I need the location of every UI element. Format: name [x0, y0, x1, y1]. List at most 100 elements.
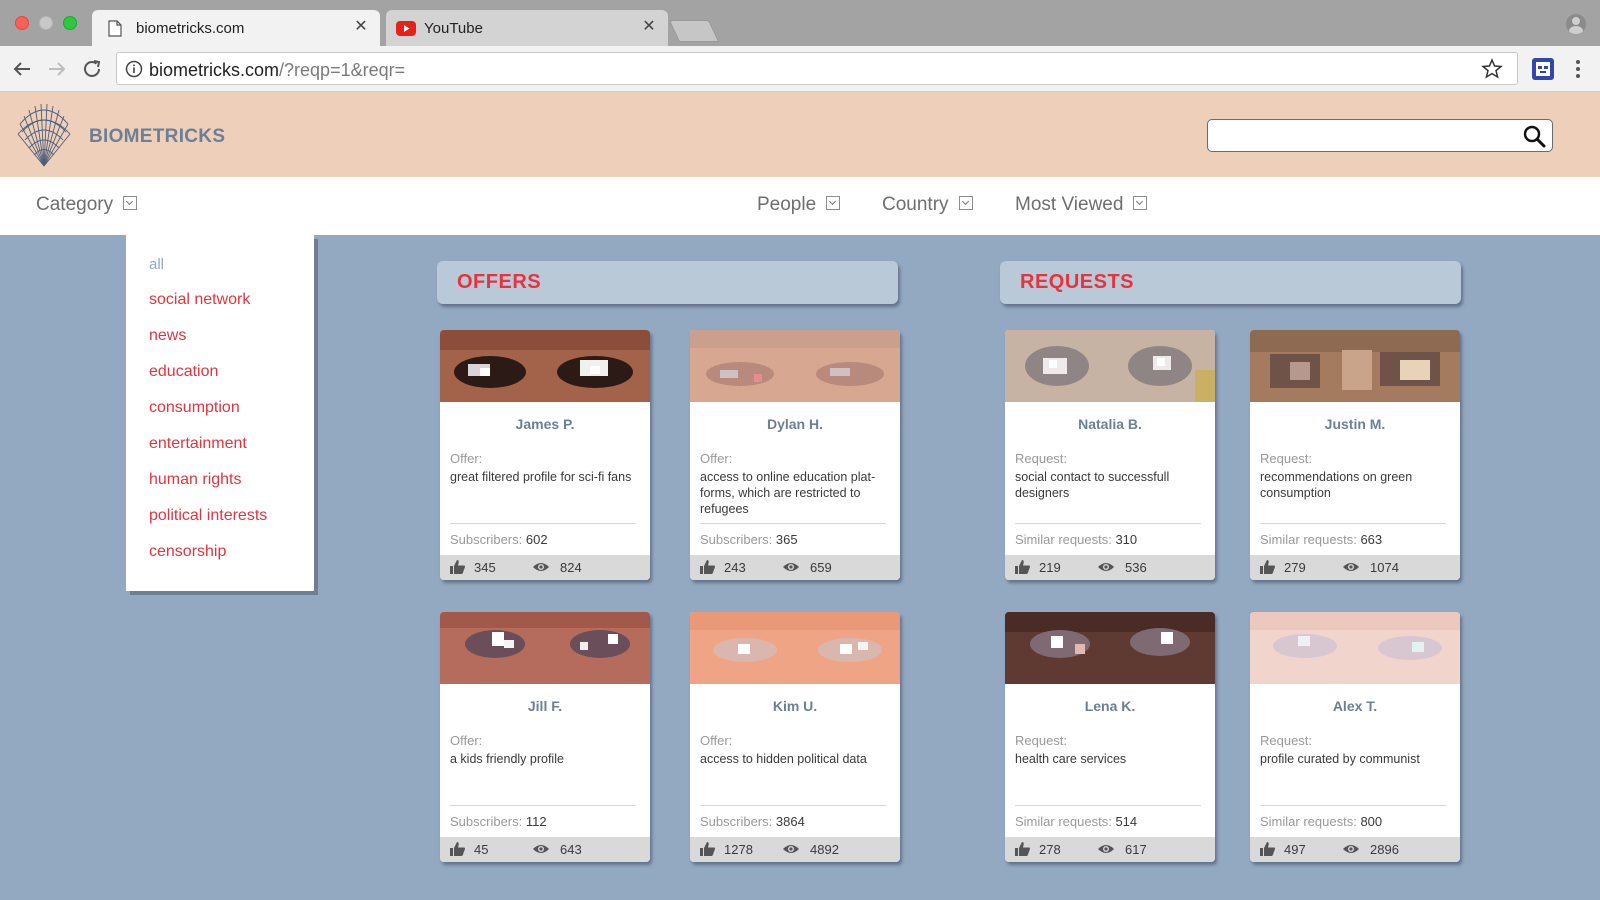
- card-kind-label: Request:: [1260, 733, 1313, 748]
- close-icon[interactable]: ✕: [352, 18, 370, 36]
- card-stat-value: 800: [1360, 814, 1383, 829]
- card-stat-value: 3864: [775, 814, 805, 829]
- browser-tab-strip: biometricks.com ✕ YouTube ✕: [0, 0, 1600, 46]
- view-count: 536: [1125, 560, 1147, 575]
- thumbs-up-icon[interactable]: [1015, 842, 1030, 856]
- card-stat-label: Similar requests:: [1015, 814, 1112, 829]
- card-description: health care services: [1015, 752, 1127, 766]
- category-item-consumption[interactable]: consumption: [149, 399, 240, 417]
- category-item-news[interactable]: news: [149, 327, 186, 345]
- thumbs-up-icon[interactable]: [450, 560, 465, 574]
- card-stat-label: Similar requests:: [1015, 532, 1112, 547]
- new-tab-button[interactable]: [668, 20, 720, 42]
- eyes-photo: [1250, 330, 1460, 402]
- view-count: 659: [810, 560, 832, 575]
- most-viewed-filter[interactable]: Most Viewed: [1015, 194, 1148, 216]
- reload-icon[interactable]: [80, 57, 104, 81]
- view-count: 2896: [1370, 842, 1399, 857]
- close-icon[interactable]: ✕: [640, 18, 658, 36]
- category-item-censorship[interactable]: censorship: [149, 543, 226, 561]
- card-stat-label: Subscribers:: [700, 814, 773, 829]
- category-item-entertainment[interactable]: entertainment: [149, 435, 247, 453]
- address-bar[interactable]: biometricks.com/?reqp=1&reqr=: [116, 52, 1518, 85]
- people-filter[interactable]: People: [757, 194, 841, 216]
- offer-card[interactable]: Kim U. Offer: access to hidden political…: [690, 612, 900, 862]
- card-stat: Similar requests: 800: [1260, 814, 1382, 829]
- card-person-name[interactable]: James P.: [440, 416, 650, 432]
- thumbs-up-icon[interactable]: [700, 842, 715, 856]
- category-item-human-rights[interactable]: human rights: [149, 471, 242, 489]
- category-item-social-network[interactable]: social network: [149, 291, 250, 309]
- more-menu-icon[interactable]: [1570, 58, 1586, 80]
- request-card[interactable]: Justin M. Request: recommendations on gr…: [1250, 330, 1460, 580]
- request-card[interactable]: Alex T. Request: profile curated by comm…: [1250, 612, 1460, 862]
- card-person-name[interactable]: Alex T.: [1250, 698, 1460, 714]
- category-item-all[interactable]: all: [149, 256, 164, 273]
- card-person-name[interactable]: Lena K.: [1005, 698, 1215, 714]
- search-input[interactable]: [1207, 119, 1553, 152]
- card-stat: Subscribers: 602: [450, 532, 548, 547]
- request-card[interactable]: Natalia B. Request: social contact to su…: [1005, 330, 1215, 580]
- extension-icon[interactable]: [1531, 57, 1555, 81]
- info-icon[interactable]: [125, 60, 143, 78]
- thumbs-up-icon[interactable]: [1260, 560, 1275, 574]
- thumbs-up-icon[interactable]: [1260, 842, 1275, 856]
- card-kind-label: Offer:: [450, 451, 483, 466]
- offer-card[interactable]: Dylan H. Offer: access to online educati…: [690, 330, 900, 580]
- thumbs-up-icon[interactable]: [450, 842, 465, 856]
- back-arrow-icon[interactable]: [10, 57, 34, 81]
- requests-heading: REQUESTS: [1000, 261, 1461, 304]
- category-item-political-interests[interactable]: political interests: [149, 507, 267, 525]
- brand-name[interactable]: BIOMETRICKS: [89, 126, 225, 148]
- close-window-button[interactable]: [15, 16, 29, 30]
- minimize-window-button[interactable]: [39, 16, 53, 30]
- category-filter[interactable]: Category: [36, 194, 138, 216]
- card-stat: Subscribers: 112: [450, 814, 547, 829]
- eye-icon: [1343, 845, 1359, 853]
- card-person-name[interactable]: Justin M.: [1250, 416, 1460, 432]
- chevron-down-icon: [826, 195, 841, 210]
- profile-icon[interactable]: [1566, 14, 1586, 34]
- like-count: 279: [1284, 560, 1306, 575]
- country-filter[interactable]: Country: [882, 194, 973, 216]
- tab-youtube[interactable]: YouTube ✕: [386, 10, 668, 46]
- divider: [700, 523, 886, 524]
- card-kind-label: Request:: [1015, 733, 1068, 748]
- card-person-name[interactable]: Jill F.: [440, 698, 650, 714]
- tab-biometricks[interactable]: biometricks.com ✕: [92, 10, 380, 46]
- divider: [1015, 523, 1201, 524]
- card-person-name[interactable]: Kim U.: [690, 698, 900, 714]
- offer-card[interactable]: Jill F. Offer: a kids friendly profile S…: [440, 612, 650, 862]
- shell-logo-icon[interactable]: [16, 102, 72, 168]
- divider: [1015, 805, 1201, 806]
- youtube-icon: [396, 21, 416, 36]
- card-stat-value: 514: [1115, 814, 1138, 829]
- card-person-name[interactable]: Natalia B.: [1005, 416, 1215, 432]
- like-count: 219: [1039, 560, 1061, 575]
- divider: [700, 805, 886, 806]
- search-icon[interactable]: [1522, 124, 1546, 148]
- chevron-down-icon: [123, 195, 138, 210]
- maximize-window-button[interactable]: [63, 16, 77, 30]
- offer-card[interactable]: James P. Offer: great filtered profile f…: [440, 330, 650, 580]
- star-icon[interactable]: [1481, 58, 1503, 80]
- people-filter-label: People: [757, 194, 817, 215]
- tab-title: YouTube: [424, 20, 483, 37]
- card-footer: 45 643: [440, 837, 650, 862]
- view-count: 617: [1125, 842, 1147, 857]
- like-count: 1278: [724, 842, 753, 857]
- card-stat: Similar requests: 663: [1260, 532, 1382, 547]
- card-stat-value: 365: [775, 532, 798, 547]
- card-person-name[interactable]: Dylan H.: [690, 416, 900, 432]
- request-card[interactable]: Lena K. Request: health care services Si…: [1005, 612, 1215, 862]
- country-filter-label: Country: [882, 194, 949, 215]
- url-text: biometricks.com/?reqp=1&reqr=: [149, 60, 405, 81]
- card-description: a kids friendly profile: [450, 752, 564, 766]
- thumbs-up-icon[interactable]: [1015, 560, 1030, 574]
- forward-arrow-icon[interactable]: [45, 57, 69, 81]
- card-stat-value: 310: [1115, 532, 1138, 547]
- card-kind-label: Request:: [1260, 451, 1313, 466]
- category-item-education[interactable]: education: [149, 363, 218, 381]
- thumbs-up-icon[interactable]: [700, 560, 715, 574]
- card-description: access to hidden political data: [700, 752, 867, 766]
